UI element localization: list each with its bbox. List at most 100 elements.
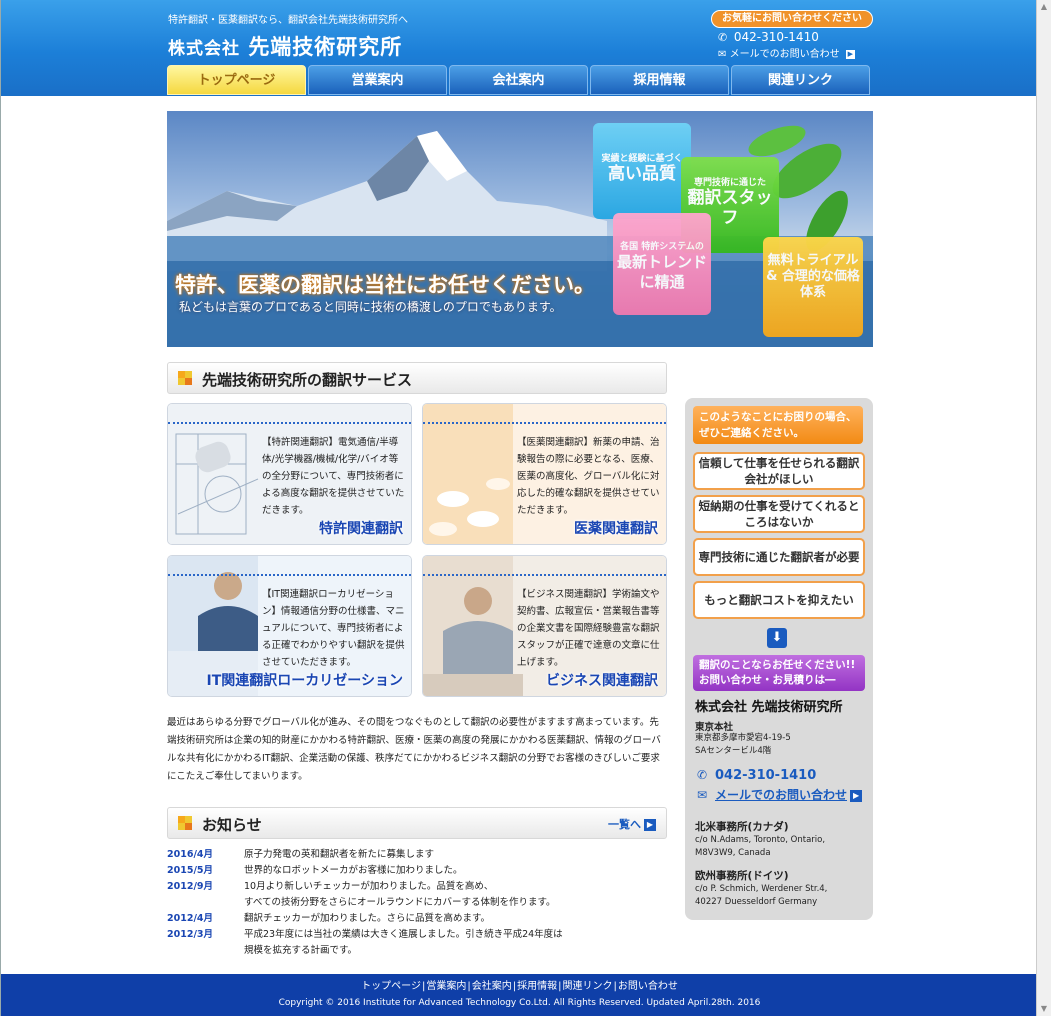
logo-prefix: 株式会社 [168,39,240,59]
contact-banner: 翻訳のことならお任せください!! お問い合わせ・お見積りは― [693,655,865,691]
office-eu-address: c/o P. Schmich, Werdener Str.4, 40227 Du… [695,883,827,909]
header-phone: ✆ 042-310-1410 [718,30,819,44]
news-line: 10月より新しいチェッカーが加わりました。品質を高め、 [244,881,494,892]
sidebar-mail-label: メールでのお問い合わせ [715,788,848,802]
arrow-right-icon: ▶ [845,49,855,59]
contact-pill-badge: お気軽にお問い合わせください [711,10,873,28]
news-line: すべての技術分野をさらにオールラウンドにカバーする体制を作ります。 [244,897,556,908]
tab-recruit[interactable]: 採用情報 [590,65,729,95]
service-card-text: 【IT関連翻訳ローカリゼーション】情報通信分野の仕様書、マニュアルについて、専門… [262,589,405,668]
site-footer: トップページ|営業案内|会社案内|採用情報|関連リンク|お問い合わせ Copyr… [1,974,1038,1016]
header-phone-number: 042-310-1410 [733,30,819,44]
hero-banner: 実績と経験に基づく 高い品質 専門技術に通じた 翻訳スタッフ 各国 特許システム… [167,111,873,347]
mail-icon: ✉ [718,49,727,60]
scroll-up-icon[interactable]: ▲ [1039,2,1049,12]
news-title: お知らせ [202,816,262,834]
site-logo[interactable]: 株式会社 先端技術研究所 [168,31,402,61]
news-text: 翻訳チェッカーが加わりました。さらに品質を高めます。 [244,913,491,924]
concern-short-deadline: 短納期の仕事を受けてくれるところはないか [693,495,865,533]
feature-trial-title: 無料トライアル & 合理的な価格体系 [766,253,860,300]
service-card-text: 【医薬関連翻訳】新薬の申請、治験報告の際に必要となる、医療、医薬の高度化、グロー… [517,437,660,516]
office-na-address: c/o N.Adams, Toronto, Ontario, M8V3W9, C… [695,834,825,860]
hq-address-line: 東京都多摩市愛宕4-19-5 [695,733,791,743]
hq-address-line: SAセンタービル4階 [695,746,772,756]
news-date: 2016/4月 [167,849,214,860]
scroll-down-icon[interactable]: ▼ [1039,1004,1049,1014]
tab-company[interactable]: 会社案内 [449,65,588,95]
service-card-text: 【特許関連翻訳】電気通信/半導体/光学機器/機械/化学/バイオ等の全分野について… [262,437,405,516]
section-mark-icon [178,371,192,385]
news-more-link[interactable]: 一覧へ ▶ [608,816,656,832]
footer-link-recruit[interactable]: 採用情報 [517,981,557,992]
news-item: 2012/9月 10月より新しいチェッカーが加わりました。品質を高め、 すべての… [167,879,665,911]
footer-link-company[interactable]: 会社案内 [472,981,512,992]
arrow-down-icon: ⬇ [767,628,787,648]
news-line: 規模を拡充する計画です。 [244,945,358,956]
header-mail-link[interactable]: ✉ メールでのお問い合わせ ▶ [718,45,855,60]
section-mark-icon [178,816,192,830]
footer-link-top[interactable]: トップページ [361,981,421,992]
phone-icon: ✆ [697,768,708,782]
office-address-line: M8V3W9, Canada [695,848,771,858]
news-text: 原子力発電の英和翻訳者を新たに募集します [244,849,435,860]
office-eu-name: 欧州事務所(ドイツ) [695,870,789,882]
card-divider [168,422,411,424]
feature-quality-title: 高い品質 [608,164,676,184]
tab-top[interactable]: トップページ [167,65,306,95]
services-title: 先端技術研究所の翻訳サービス [202,371,413,389]
intro-paragraph: 最近はあらゆる分野でグローバル化が進み、その間をつなぐものとして翻訳の必要性がま… [167,717,661,782]
footer-link-links[interactable]: 関連リンク [562,981,612,992]
sidebar-phone: ✆ 042-310-1410 [697,768,816,783]
vertical-scrollbar[interactable]: ▲ ▼ [1036,0,1051,1016]
main-nav: トップページ 営業案内 会社案内 採用情報 関連リンク [167,65,870,95]
service-card-it[interactable]: 【IT関連翻訳ローカリゼーション】情報通信分野の仕様書、マニュアルについて、専門… [167,555,412,697]
hq-address: 東京都多摩市愛宕4-19-5 SAセンタービル4階 [695,732,791,758]
feature-trend-sub: 各国 特許システムの [620,242,704,252]
services-heading: 先端技術研究所の翻訳サービス [167,362,667,394]
copyright: Copyright © 2016 Institute for Advanced … [278,998,761,1008]
card-divider [423,574,666,576]
tab-links[interactable]: 関連リンク [731,65,870,95]
sidebar-company-name: 株式会社 先端技術研究所 [695,700,843,715]
sidebar-mail-link[interactable]: ✉ メールでのお問い合わせ ▶ [697,786,863,803]
news-date: 2012/4月 [167,913,214,924]
news-item: 2012/3月 平成23年度には当社の業績は大きく進展しました。引き続き平成24… [167,927,665,959]
news-item: 2015/5月 世界的なロボットメーカがお客様に加わりました。 [167,863,665,879]
service-card-medical[interactable]: 【医薬関連翻訳】新薬の申請、治験報告の際に必要となる、医療、医薬の高度化、グロー… [422,403,667,545]
office-address-line: 40227 Duesseldorf Germany [695,897,818,907]
feature-trend: 各国 特許システムの 最新トレンドに精通 [613,213,711,315]
footer-link-contact[interactable]: お問い合わせ [618,981,678,992]
footer-link-business[interactable]: 営業案内 [426,981,466,992]
sidebar-phone-number: 042-310-1410 [715,768,817,783]
card-divider [423,422,666,424]
feature-trend-title: 最新トレンドに精通 [616,253,707,291]
hero-subline: 私どもは言葉のプロであると同時に技術の橋渡しのプロでもあります。 [179,300,562,314]
card-divider [168,574,411,576]
service-card-title: IT関連翻訳ローカリゼーション [206,673,403,689]
mail-icon: ✉ [697,788,708,802]
office-na-name: 北米事務所(カナダ) [695,821,789,833]
office-address-line: c/o N.Adams, Toronto, Ontario, [695,835,826,845]
news-text: 10月より新しいチェッカーが加わりました。品質を高め、 すべての技術分野をさらに… [244,879,665,911]
office-address-line: c/o P. Schmich, Werdener Str.4, [695,884,828,894]
service-card-patent[interactable]: 【特許関連翻訳】電気通信/半導体/光学機器/機械/化学/バイオ等の全分野について… [167,403,412,545]
service-card-title: ビジネス関連翻訳 [546,673,658,689]
feature-quality-sub: 実績と経験に基づく [601,154,683,164]
feature-staff-sub: 専門技術に通じた [693,178,766,188]
feature-trial: 無料トライアル & 合理的な価格体系 [763,237,863,337]
news-item: 2012/4月 翻訳チェッカーが加わりました。さらに品質を高めます。 [167,911,665,927]
news-more-label: 一覧へ [608,818,641,831]
header-mail-label: メールでのお問い合わせ [729,49,840,60]
tab-business[interactable]: 営業案内 [308,65,447,95]
news-date: 2012/9月 [167,881,214,892]
service-card-title: 医薬関連翻訳 [574,521,658,537]
service-card-business[interactable]: 【ビジネス関連翻訳】学術論文や契約書、広報宣伝・営業報告書等の企業文書を国際経験… [422,555,667,697]
news-text: 世界的なロボットメーカがお客様に加わりました。 [244,865,463,876]
hq-label: 東京本社 [695,722,734,733]
news-line: 平成23年度には当社の業績は大きく進展しました。引き続き平成24年度は [244,929,563,940]
arrow-right-icon: ▶ [850,789,863,802]
news-date: 2012/3月 [167,929,214,940]
contact-sidebar: このようなことにお困りの場合、ぜひご連絡ください。 信頼して仕事を任せられる翻訳… [685,398,873,920]
site-header: 特許翻訳・医薬翻訳なら、翻訳会社先端技術研究所へ 株式会社 先端技術研究所 お気… [1,0,1038,96]
concern-trust: 信頼して仕事を任せられる翻訳会社がほしい [693,452,865,490]
